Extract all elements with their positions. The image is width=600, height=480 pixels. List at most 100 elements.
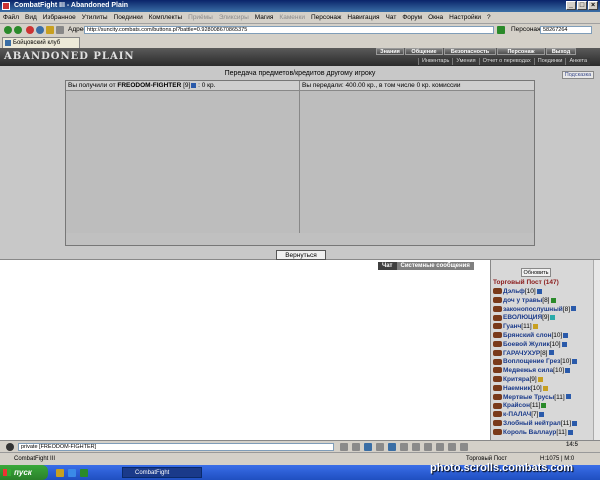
player-info-icon[interactable] [548,350,554,356]
smile-icon[interactable] [6,443,14,451]
hint-button[interactable]: Подсказка [562,71,594,79]
menu-item[interactable]: Поединки [111,12,146,23]
address-input[interactable]: http://suncity.combats.com/buttons.pl?ba… [84,26,494,34]
private-icon[interactable] [493,367,502,374]
player-info-icon[interactable] [567,429,573,435]
private-icon[interactable] [493,429,502,436]
filter-icon[interactable] [364,443,372,451]
private-icon[interactable] [493,314,502,321]
tab-system-messages[interactable]: Системные сообщения [396,262,474,270]
player-row[interactable]: ГАРАЧУХУР[8] [493,350,554,358]
private-icon[interactable] [493,402,502,409]
player-name[interactable]: Боевой Жулик [503,341,550,348]
player-info-icon[interactable] [541,403,547,409]
player-name[interactable]: Медвежья сила [503,367,553,374]
quicklaunch-icon[interactable] [56,469,64,477]
player-row[interactable]: Крайсон[11] [493,402,547,410]
private-icon[interactable] [493,393,502,400]
private-icon[interactable] [493,376,502,383]
player-name[interactable]: Наемник [503,385,531,392]
menu-item[interactable]: Приёмы [185,12,216,23]
player-name[interactable]: Дэльф [503,288,525,295]
exit-icon[interactable] [460,443,468,451]
player-name[interactable]: к-ПАЛАЧ [503,411,531,418]
menu-item[interactable]: Чат [383,12,400,23]
player-info-icon[interactable] [537,376,543,382]
game-subnav-item[interactable]: Поединки [533,58,566,65]
player-name[interactable]: Мертвые Трусы [503,394,554,401]
player-info-icon[interactable] [563,332,569,338]
favorites-icon[interactable] [56,26,64,34]
player-row[interactable]: Злобный нейтрал[11] [493,420,578,428]
game-subnav-item[interactable]: Инвентарь [418,58,453,65]
menu-item[interactable]: Вид [22,12,40,23]
player-info-icon[interactable] [572,420,578,426]
private-icon[interactable] [493,411,502,418]
private-icon[interactable] [493,349,502,356]
game-nav-item[interactable]: Знания [376,48,404,55]
menu-item[interactable]: Комплекты [146,12,185,23]
refresh-chat-icon[interactable] [448,443,456,451]
player-row[interactable]: Критяра[9] [493,376,543,384]
player-row[interactable]: Воплощение Грез[10] [493,358,578,366]
private-icon[interactable] [493,323,502,330]
player-info-icon[interactable] [565,367,570,373]
start-button[interactable]: пуск [0,465,48,480]
player-row[interactable]: Дэльф[10] [493,288,542,296]
home-icon[interactable] [46,26,54,34]
translit-icon[interactable] [388,443,396,451]
return-button[interactable]: Вернуться [276,250,326,260]
private-icon[interactable] [493,385,502,392]
minimize-button[interactable]: _ [566,1,576,10]
ie-icon[interactable] [68,469,76,477]
player-name[interactable]: Крайсон [503,402,530,409]
game-subnav-item[interactable]: Отчет о переводах [478,58,534,65]
player-name[interactable]: Гуанч [503,323,521,330]
menu-item[interactable]: Персонаж [308,12,344,23]
settings-icon[interactable] [436,443,444,451]
player-info-icon[interactable] [571,306,577,312]
close-button[interactable]: × [588,1,598,10]
game-nav-item[interactable]: Персонаж [497,48,545,55]
clear-icon[interactable] [352,443,360,451]
menu-item[interactable]: Избранное [40,12,79,23]
private-icon[interactable] [493,305,502,312]
go-icon[interactable] [497,26,505,34]
game-nav-item[interactable]: Выход [546,48,576,55]
private-icon[interactable] [493,332,502,339]
menu-item[interactable]: Навигация [344,12,382,23]
game-nav-item[interactable]: Общение [405,48,443,55]
player-info-icon[interactable] [539,411,545,417]
taskbar-item-combatfight[interactable]: CombatFight [122,467,202,478]
forward-icon[interactable] [14,26,22,34]
smiles-icon[interactable] [400,443,408,451]
menu-item[interactable]: Форум [399,12,425,23]
menu-item[interactable]: Файл [0,12,22,23]
player-name[interactable]: Брянский слон [503,332,552,339]
menu-item[interactable]: Каменки [276,12,308,23]
player-row[interactable]: доч у травы[8] [493,297,556,305]
player-info-icon[interactable] [536,288,542,294]
menu-item[interactable]: Эликсиры [216,12,252,23]
game-subnav-item[interactable]: Анкета [565,58,591,65]
player-name[interactable]: законопослушный [503,306,563,313]
player-row[interactable]: законопослушный[8] [493,305,577,314]
player-name[interactable]: Критяра [503,376,530,383]
player-info-icon[interactable] [550,297,556,303]
player-name[interactable]: ЕВОЛЮЦИЯ [503,314,542,321]
private-icon[interactable] [493,341,502,348]
player-row[interactable]: ЕВОЛЮЦИЯ[9] [493,314,556,322]
tab-chat[interactable]: Чат [378,262,397,270]
chat-input[interactable]: private [FREODOM-FIGHTER] [18,443,334,451]
menu-item[interactable]: Магия [252,12,277,23]
player-info-icon[interactable] [561,341,567,347]
menu-item[interactable]: Настройки [446,12,484,23]
channel-icon[interactable] [376,443,384,451]
player-row[interactable]: Гуанч[11] [493,323,538,331]
sound-icon[interactable] [412,443,420,451]
player-row[interactable]: Король Валлаур[11] [493,429,573,437]
private-icon[interactable] [493,297,502,304]
maximize-button[interactable]: □ [577,1,587,10]
private-icon[interactable] [493,288,502,295]
menu-item[interactable]: Окна [425,12,446,23]
